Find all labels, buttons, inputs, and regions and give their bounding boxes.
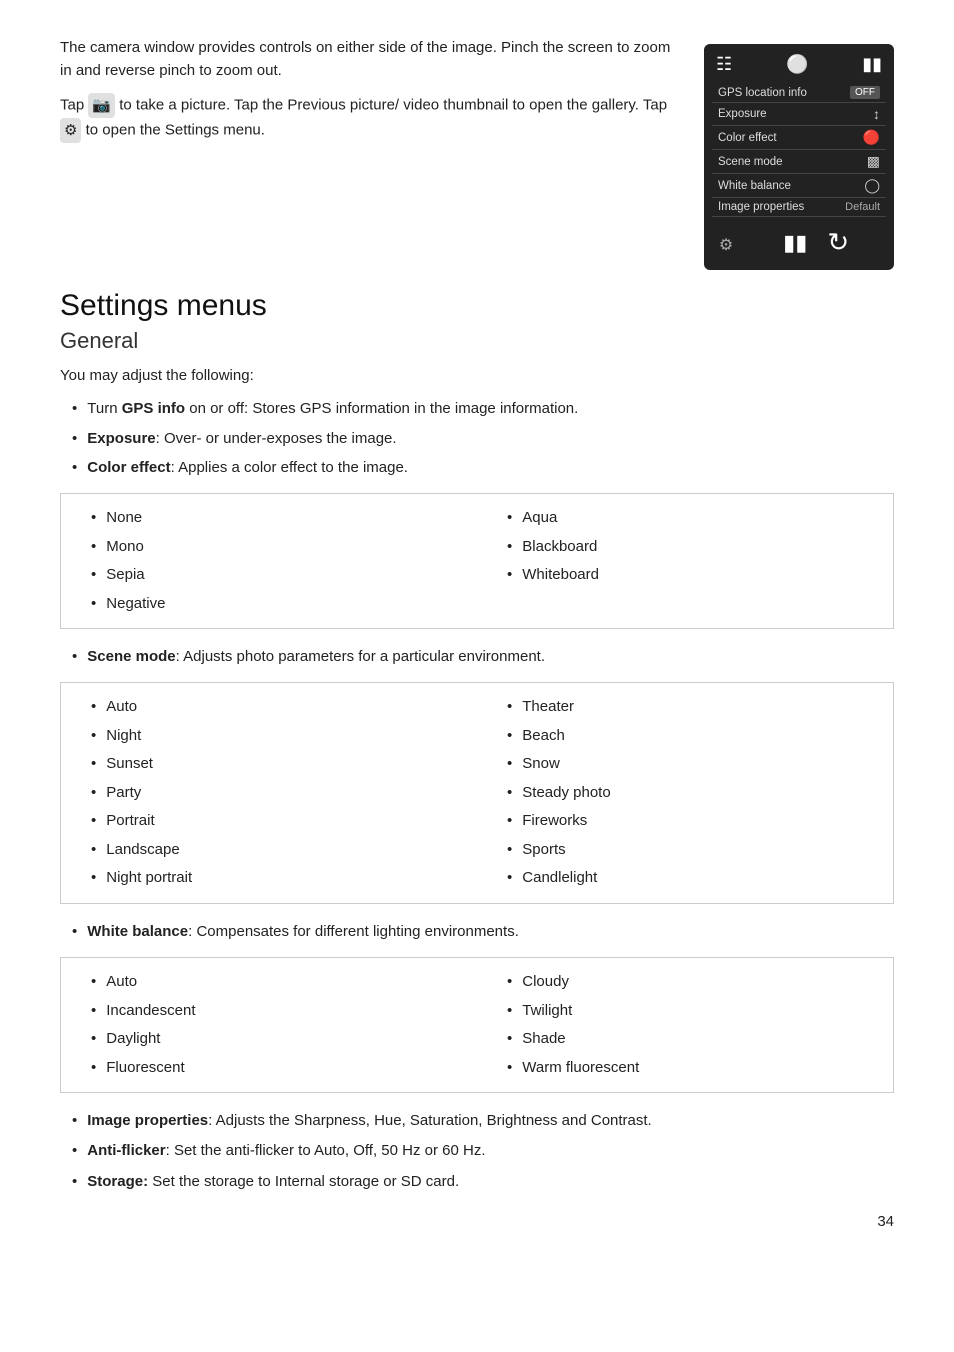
- intro-p2-mid: to take a picture. Tap the Previous pict…: [119, 96, 667, 113]
- wb-daylight: Daylight: [61, 1025, 477, 1054]
- section-title: Settings menus: [60, 288, 894, 324]
- scene-mode-bold: Scene mode: [87, 648, 175, 665]
- color-aqua: Aqua: [477, 504, 893, 533]
- color-negative: Negative: [61, 590, 477, 619]
- camera-video-bottom-icon: ▮▮: [783, 230, 807, 256]
- image-props-label: Image properties: [718, 201, 804, 213]
- subsection-title: General: [60, 328, 894, 354]
- camera-shutter-bottom-icon: ↻: [827, 227, 849, 258]
- wb-warm-fluorescent: Warm fluorescent: [477, 1054, 893, 1083]
- scene-sports: Sports: [477, 836, 893, 865]
- camera-row-gps: GPS location info OFF: [712, 83, 886, 103]
- scene-beach: Beach: [477, 722, 893, 751]
- color-whiteboard: Whiteboard: [477, 561, 893, 590]
- gps-value: OFF: [850, 86, 880, 99]
- scene-mode-box: Auto Theater Night Beach Sunset Snow Par…: [60, 682, 894, 904]
- scene-mode-label: Scene mode: [718, 156, 783, 168]
- scene-mode-list: Scene mode: Adjusts photo parameters for…: [60, 645, 894, 668]
- scene-landscape: Landscape: [61, 836, 477, 865]
- image-props-value: Default: [845, 201, 880, 213]
- scene-mode-grid: Auto Theater Night Beach Sunset Snow Par…: [61, 693, 893, 893]
- scene-theater: Theater: [477, 693, 893, 722]
- camera-row-scene-mode: Scene mode ▩: [712, 150, 886, 174]
- scene-night: Night: [61, 722, 477, 751]
- main-list-item-exposure: Exposure: Over- or under-exposes the ima…: [60, 427, 894, 450]
- camera-lens-icon: ⚪: [786, 54, 808, 75]
- wb-cloudy: Cloudy: [477, 968, 893, 997]
- gps-label: GPS location info: [718, 87, 807, 99]
- camera-row-white-balance: White balance ◯: [712, 174, 886, 198]
- main-list: Turn GPS info on or off: Stores GPS info…: [60, 397, 894, 479]
- color-effect-box: None Aqua Mono Blackboard Sepia Whiteboa…: [60, 493, 894, 629]
- scene-night-portrait: Night portrait: [61, 864, 477, 893]
- color-sepia: Sepia: [61, 561, 477, 590]
- white-balance-label: White balance: [718, 180, 791, 192]
- white-balance-bold: White balance: [87, 923, 188, 940]
- color-effect-bold: Color effect: [87, 459, 170, 476]
- scene-party: Party: [61, 779, 477, 808]
- page: The camera window provides controls on e…: [0, 0, 954, 1260]
- intro-paragraph2: Tap 📷 to take a picture. Tap the Previou…: [60, 93, 680, 144]
- color-mono: Mono: [61, 533, 477, 562]
- scene-fireworks: Fireworks: [477, 807, 893, 836]
- camera-grid-icon: ☷: [716, 54, 732, 75]
- bottom-list: Image properties: Adjusts the Sharpness,…: [60, 1109, 894, 1193]
- scene-portrait: Portrait: [61, 807, 477, 836]
- settings-gear-icon[interactable]: ⚙: [60, 118, 81, 143]
- page-number: 34: [877, 1213, 894, 1230]
- scene-mode-icon: ▩: [867, 153, 880, 170]
- intro-section: The camera window provides controls on e…: [60, 36, 894, 270]
- gps-bold: GPS info: [122, 400, 185, 417]
- white-balance-list: White balance: Compensates for different…: [60, 920, 894, 943]
- image-props-bold: Image properties: [87, 1112, 208, 1129]
- color-blackboard: Blackboard: [477, 533, 893, 562]
- camera-video-icon: ▮▮: [862, 54, 882, 75]
- scene-steady-photo: Steady photo: [477, 779, 893, 808]
- exposure-bold: Exposure: [87, 430, 155, 447]
- intro-paragraph1: The camera window provides controls on e…: [60, 36, 680, 83]
- intro-text: The camera window provides controls on e…: [60, 36, 680, 270]
- color-effect-icon: 🔴: [863, 129, 880, 146]
- camera-ui: ☷ ⚪ ▮▮ GPS location info OFF Exposure ↕ …: [704, 44, 894, 270]
- storage-bold: Storage:: [87, 1173, 148, 1190]
- scene-snow: Snow: [477, 750, 893, 779]
- camera-top-icons: ☷ ⚪ ▮▮: [712, 54, 886, 75]
- wb-twilight: Twilight: [477, 997, 893, 1026]
- white-balance-icon: ◯: [864, 177, 880, 194]
- bottom-item-anti-flicker: Anti-flicker: Set the anti-flicker to Au…: [60, 1139, 894, 1162]
- camera-bottom-icons: ⚙ ▮▮ ↻: [712, 227, 886, 258]
- bottom-item-image-props: Image properties: Adjusts the Sharpness,…: [60, 1109, 894, 1132]
- camera-settings-icon: ⚙: [719, 235, 733, 255]
- wb-fluorescent: Fluorescent: [61, 1054, 477, 1083]
- scene-sunset: Sunset: [61, 750, 477, 779]
- main-list-item-color-effect: Color effect: Applies a color effect to …: [60, 456, 894, 479]
- main-list-item-gps: Turn GPS info on or off: Stores GPS info…: [60, 397, 894, 420]
- wb-incandescent: Incandescent: [61, 997, 477, 1026]
- intro-p2-pre: Tap: [60, 96, 88, 113]
- white-balance-grid: Auto Cloudy Incandescent Twilight Daylig…: [61, 968, 893, 1082]
- camera-shutter-icon[interactable]: 📷: [88, 93, 115, 118]
- section-intro: You may adjust the following:: [60, 364, 894, 387]
- camera-row-color-effect: Color effect 🔴: [712, 126, 886, 150]
- color-none: None: [61, 504, 477, 533]
- anti-flicker-bold: Anti-flicker: [87, 1142, 165, 1159]
- scene-auto: Auto: [61, 693, 477, 722]
- color-effect-grid: None Aqua Mono Blackboard Sepia Whiteboa…: [61, 504, 893, 618]
- intro-p2-post: to open the Settings menu.: [86, 121, 265, 138]
- white-balance-box: Auto Cloudy Incandescent Twilight Daylig…: [60, 957, 894, 1093]
- wb-shade: Shade: [477, 1025, 893, 1054]
- wb-auto: Auto: [61, 968, 477, 997]
- scene-candlelight: Candlelight: [477, 864, 893, 893]
- color-effect-label: Color effect: [718, 132, 777, 144]
- exposure-icon: ↕: [873, 106, 880, 122]
- camera-row-exposure: Exposure ↕: [712, 103, 886, 126]
- exposure-label: Exposure: [718, 108, 767, 120]
- camera-row-image-props: Image properties Default: [712, 198, 886, 217]
- main-list-item-white-balance: White balance: Compensates for different…: [60, 920, 894, 943]
- main-list-item-scene-mode: Scene mode: Adjusts photo parameters for…: [60, 645, 894, 668]
- bottom-item-storage: Storage: Set the storage to Internal sto…: [60, 1170, 894, 1193]
